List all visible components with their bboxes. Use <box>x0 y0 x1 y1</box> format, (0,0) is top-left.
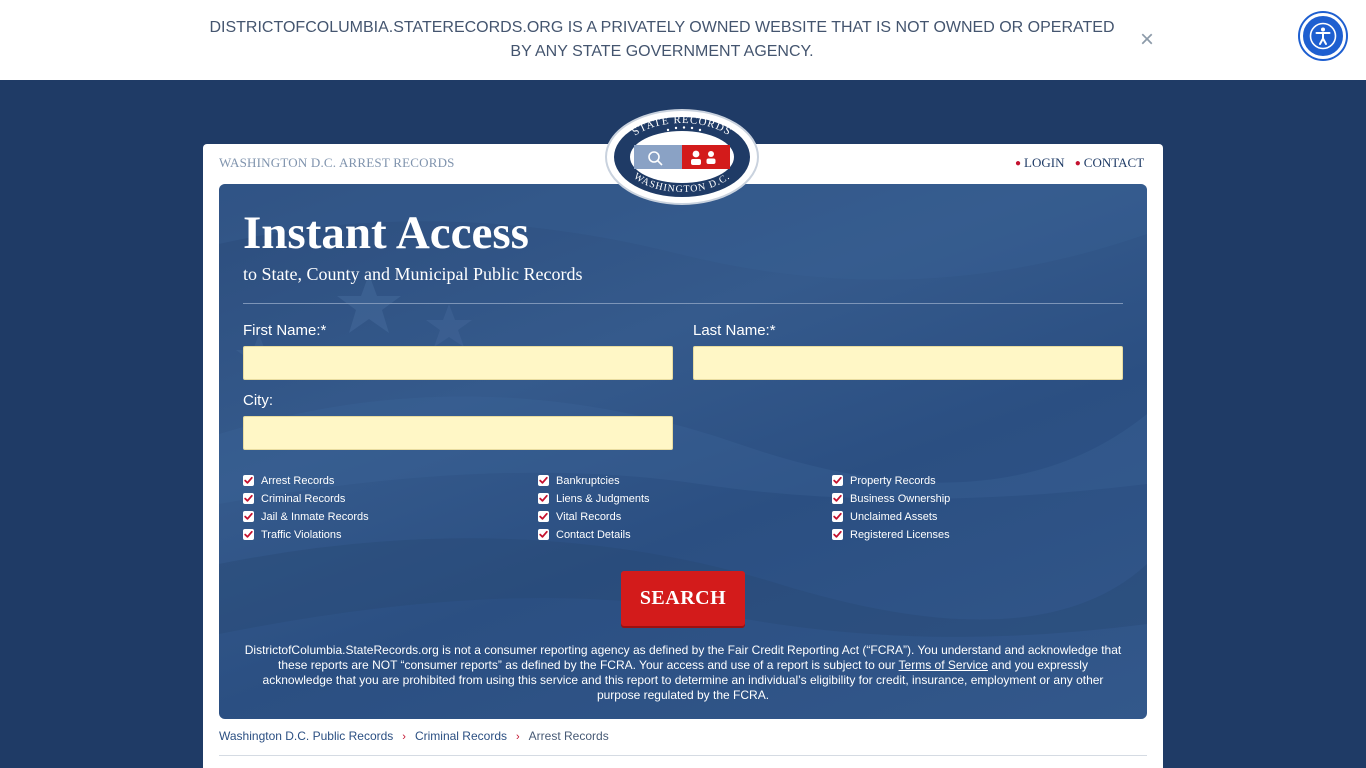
hero-title: Instant Access <box>243 207 529 259</box>
checkbox-check-icon[interactable] <box>538 511 549 522</box>
contact-link[interactable]: CONTACT <box>1084 155 1144 170</box>
hero-subtitle: to State, County and Municipal Public Re… <box>243 264 583 284</box>
checkbox-check-icon[interactable] <box>832 493 843 504</box>
last-name-input[interactable] <box>693 346 1123 380</box>
privacy-banner: DISTRICTOFCOLUMBIA.STATERECORDS.ORG IS A… <box>0 0 1366 80</box>
checkbox-check-icon[interactable] <box>832 511 843 522</box>
checkbox-label: Registered Licenses <box>850 529 950 541</box>
divider <box>219 755 1147 756</box>
checkbox-check-icon[interactable] <box>538 529 549 540</box>
login-link[interactable]: LOGIN <box>1024 155 1064 170</box>
banner-text: DISTRICTOFCOLUMBIA.STATERECORDS.ORG IS A… <box>209 19 1115 60</box>
close-icon[interactable]: × <box>1137 28 1157 52</box>
city-input[interactable] <box>243 416 673 450</box>
first-name-input[interactable] <box>243 346 673 380</box>
checkbox-label: Liens & Judgments <box>556 493 650 505</box>
accessibility-person-icon <box>1309 22 1337 50</box>
checkbox-label: Business Ownership <box>850 493 951 505</box>
checkbox-check-icon[interactable] <box>243 475 254 486</box>
checkbox-label: Arrest Records <box>261 475 335 487</box>
search-button[interactable]: SEARCH <box>621 571 745 626</box>
checkbox-check-icon[interactable] <box>243 511 254 522</box>
state-records-logo[interactable]: STATE RECORDS WASHINGTON D.C. <box>604 108 760 206</box>
checkbox-label: Jail & Inmate Records <box>261 511 369 523</box>
checkbox-check-icon[interactable] <box>538 475 549 486</box>
checkbox-check-icon[interactable] <box>243 493 254 504</box>
top-links: ● LOGIN ● CONTACT <box>1015 155 1151 171</box>
breadcrumb-public-records[interactable]: Washington D.C. Public Records <box>219 729 393 743</box>
breadcrumb-current: Arrest Records <box>528 729 609 743</box>
checkbox-label: Bankruptcies <box>556 475 620 487</box>
checkbox-check-icon[interactable] <box>243 529 254 540</box>
site-label: WASHINGTON D.C. ARREST RECORDS <box>219 155 455 170</box>
city-label: City: <box>243 392 273 409</box>
checkbox-label: Traffic Violations <box>261 529 342 541</box>
checkbox-label: Unclaimed Assets <box>850 511 938 523</box>
first-name-label: First Name:* <box>243 322 327 339</box>
checkbox-label: Property Records <box>850 475 936 487</box>
terms-of-service-link[interactable]: Terms of Service <box>899 658 988 672</box>
fcra-disclaimer: DistrictofColumbia.StateRecords.org is n… <box>243 643 1123 703</box>
bullet-icon: ● <box>1015 158 1022 169</box>
checkbox-label: Vital Records <box>556 511 622 523</box>
bullet-icon: ● <box>1074 158 1081 169</box>
chevron-right-icon: › <box>516 731 520 743</box>
checkbox-check-icon[interactable] <box>832 475 843 486</box>
checkbox-check-icon[interactable] <box>832 529 843 540</box>
last-name-label: Last Name:* <box>693 322 776 339</box>
checkbox-label: Criminal Records <box>261 493 346 505</box>
breadcrumb: Washington D.C. Public Records › Criminal … <box>219 729 609 743</box>
checkbox-label: Contact Details <box>556 529 631 541</box>
chevron-right-icon: › <box>402 731 406 743</box>
hero-divider <box>243 303 1123 304</box>
checkbox-check-icon[interactable] <box>538 493 549 504</box>
breadcrumb-criminal-records[interactable]: Criminal Records <box>415 729 507 743</box>
accessibility-button[interactable] <box>1300 13 1346 59</box>
